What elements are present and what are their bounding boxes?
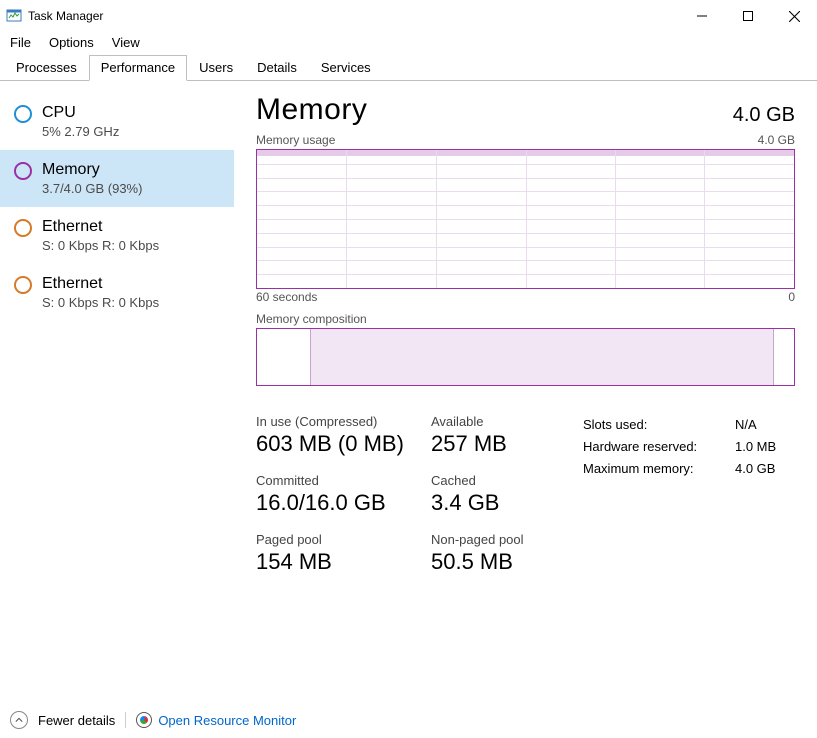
sidebar-item-ethernet-1[interactable]: Ethernet S: 0 Kbps R: 0 Kbps	[0, 207, 234, 264]
sidebar-item-sub: 5% 2.79 GHz	[42, 123, 119, 140]
memory-total: 4.0 GB	[733, 104, 795, 127]
sidebar-item-label: Memory	[42, 160, 142, 180]
minimize-button[interactable]	[679, 0, 725, 32]
sidebar-item-sub: S: 0 Kbps R: 0 Kbps	[42, 237, 159, 254]
open-resource-monitor-link[interactable]: Open Resource Monitor	[136, 712, 296, 728]
stat-inuse-value: 603 MB (0 MB)	[256, 431, 431, 457]
tab-services[interactable]: Services	[309, 55, 383, 81]
meta-slots-label: Slots used:	[583, 414, 723, 436]
graph-x-right: 0	[788, 290, 795, 304]
meta-slots-value: N/A	[735, 414, 795, 436]
meta-max-label: Maximum memory:	[583, 458, 723, 480]
composition-label: Memory composition	[256, 312, 795, 326]
stat-paged-label: Paged pool	[256, 532, 431, 547]
stat-committed-value: 16.0/16.0 GB	[256, 490, 431, 516]
window-title: Task Manager	[28, 9, 103, 23]
app-icon	[6, 8, 22, 24]
ethernet-ring-icon	[14, 219, 32, 237]
footer: Fewer details Open Resource Monitor	[0, 702, 817, 738]
fewer-details-button[interactable]: Fewer details	[38, 713, 115, 728]
stat-cached-label: Cached	[431, 473, 551, 488]
graph-x-left: 60 seconds	[256, 290, 317, 304]
resource-monitor-icon	[136, 712, 152, 728]
menu-options[interactable]: Options	[49, 35, 94, 50]
graph-label: Memory usage	[256, 133, 335, 147]
memory-ring-icon	[14, 162, 32, 180]
ethernet-ring-icon	[14, 276, 32, 294]
sidebar-item-cpu[interactable]: CPU 5% 2.79 GHz	[0, 93, 234, 150]
menu-file[interactable]: File	[10, 35, 31, 50]
graph-max-label: 4.0 GB	[758, 133, 795, 147]
stat-paged-value: 154 MB	[256, 549, 431, 575]
sidebar-item-label: Ethernet	[42, 217, 159, 237]
stat-nonpaged-label: Non-paged pool	[431, 532, 551, 547]
sidebar-item-label: Ethernet	[42, 274, 159, 294]
chevron-up-icon[interactable]	[10, 711, 28, 729]
meta-max-value: 4.0 GB	[735, 458, 795, 480]
stat-committed-label: Committed	[256, 473, 431, 488]
memory-usage-graph[interactable]	[256, 149, 795, 289]
stat-available-label: Available	[431, 414, 551, 429]
stat-nonpaged-value: 50.5 MB	[431, 549, 551, 575]
footer-separator	[125, 712, 126, 728]
resource-list: CPU 5% 2.79 GHz Memory 3.7/4.0 GB (93%) …	[0, 81, 234, 699]
sidebar-item-label: CPU	[42, 103, 119, 123]
meta-hw-value: 1.0 MB	[735, 436, 795, 458]
tab-processes[interactable]: Processes	[4, 55, 89, 81]
title-bar: Task Manager	[0, 0, 817, 32]
sidebar-item-sub: 3.7/4.0 GB (93%)	[42, 180, 142, 197]
main-pane: Memory 4.0 GB Memory usage 4.0 GB 60 sec…	[234, 81, 817, 699]
stat-available-value: 257 MB	[431, 431, 551, 457]
menu-bar: File Options View	[0, 32, 817, 55]
menu-view[interactable]: View	[112, 35, 140, 50]
sidebar-item-ethernet-2[interactable]: Ethernet S: 0 Kbps R: 0 Kbps	[0, 264, 234, 321]
stat-inuse-label: In use (Compressed)	[256, 414, 431, 429]
resource-monitor-label: Open Resource Monitor	[158, 713, 296, 728]
close-button[interactable]	[771, 0, 817, 32]
cpu-ring-icon	[14, 105, 32, 123]
maximize-button[interactable]	[725, 0, 771, 32]
tab-details[interactable]: Details	[245, 55, 309, 81]
memory-composition-bar[interactable]	[256, 328, 795, 386]
tab-users[interactable]: Users	[187, 55, 245, 81]
sidebar-item-memory[interactable]: Memory 3.7/4.0 GB (93%)	[0, 150, 234, 207]
sidebar-item-sub: S: 0 Kbps R: 0 Kbps	[42, 294, 159, 311]
page-title: Memory	[256, 93, 367, 127]
tab-strip: Processes Performance Users Details Serv…	[0, 55, 817, 81]
stat-cached-value: 3.4 GB	[431, 490, 551, 516]
meta-hw-label: Hardware reserved:	[583, 436, 723, 458]
tab-performance[interactable]: Performance	[89, 55, 187, 81]
